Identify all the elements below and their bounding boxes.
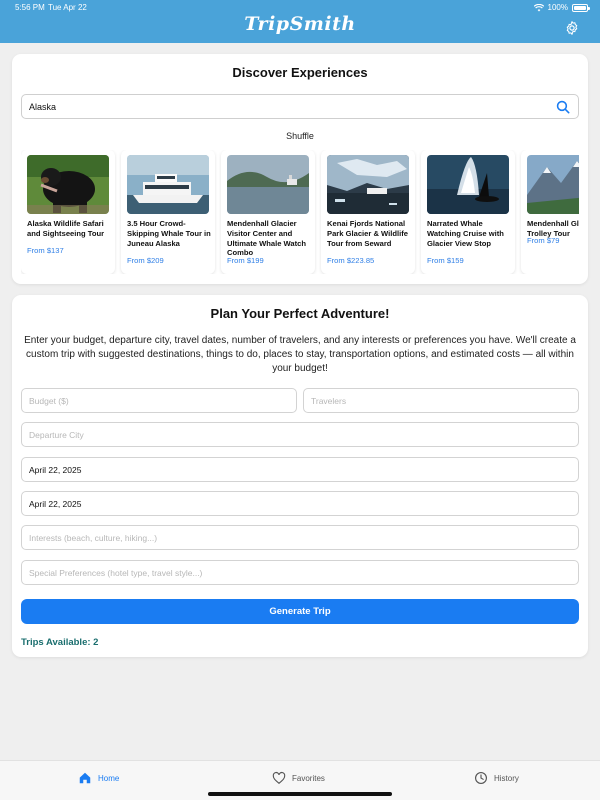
budget-field[interactable] (21, 388, 297, 413)
status-time: 5:56 PM (15, 3, 45, 12)
battery-icon (572, 3, 590, 12)
experience-card[interactable]: Alaska Wildlife Safari and Sightseeing T… (21, 150, 115, 274)
tab-home-label: Home (98, 773, 120, 783)
departure-city-field[interactable] (21, 422, 579, 447)
preferences-field[interactable] (21, 560, 579, 585)
experience-price: From $159 (427, 256, 464, 265)
app-header: 5:56 PM Tue Apr 22 100% TripSmith (0, 0, 600, 43)
mountain-image (527, 155, 579, 214)
tab-home[interactable]: Home (78, 771, 119, 785)
experience-carousel[interactable]: Alaska Wildlife Safari and Sightseeing T… (21, 150, 579, 274)
tab-history[interactable]: History (474, 771, 519, 785)
experience-title: Kenai Fjords National Park Glacier & Wil… (327, 219, 408, 248)
gear-icon[interactable] (564, 20, 580, 36)
start-date-field[interactable] (21, 457, 579, 482)
experience-card[interactable]: Mendenhall Glacier Visitor Center and Ul… (221, 150, 315, 274)
generate-trip-button[interactable]: Generate Trip (21, 599, 579, 624)
experience-image-boat (127, 155, 209, 214)
status-right: 100% (533, 3, 590, 12)
end-date-field[interactable] (21, 491, 579, 516)
tab-favorites[interactable]: Favorites (272, 771, 325, 785)
experience-image-mountain (527, 155, 579, 214)
experience-card[interactable]: Kenai Fjords National Park Glacier & Wil… (321, 150, 415, 274)
travelers-field[interactable] (303, 388, 579, 413)
search-field[interactable] (21, 94, 579, 119)
search-input[interactable] (29, 95, 549, 118)
experience-title: Mendenhall Glacier Visitor Center and Ul… (227, 219, 307, 258)
experience-card[interactable]: Mendenhall Glacier Trolley Tour From $79 (521, 150, 579, 274)
boat-image (127, 155, 209, 214)
experience-image-shore (227, 155, 309, 214)
app-title: TripSmith (244, 13, 356, 35)
experience-image-glacier (327, 155, 409, 214)
clock-icon (475, 772, 487, 784)
experience-price: From $223.85 (327, 256, 375, 265)
experience-title: Narrated Whale Watching Cruise with Glac… (427, 219, 504, 248)
experience-price: From $199 (227, 256, 264, 265)
interests-field[interactable] (21, 525, 579, 550)
budget-input[interactable] (29, 389, 289, 412)
planner-card: Plan Your Perfect Adventure! Enter your … (12, 295, 588, 657)
experience-title: Alaska Wildlife Safari and Sightseeing T… (27, 219, 105, 238)
wifi-icon (533, 3, 544, 11)
experience-image-bear (27, 155, 109, 214)
bear-image (27, 155, 109, 214)
experience-price: From $209 (127, 256, 164, 265)
experience-price: From $79 (527, 236, 560, 245)
tab-favorites-label: Favorites (292, 773, 325, 783)
end-date-input[interactable] (29, 492, 571, 515)
experience-price: From $137 (27, 246, 64, 255)
start-date-input[interactable] (29, 458, 571, 481)
travelers-input[interactable] (311, 389, 571, 412)
discover-card: Discover Experiences Shuffle (12, 54, 588, 284)
discover-title: Discover Experiences (232, 65, 368, 80)
home-icon (79, 772, 91, 784)
search-icon[interactable] (556, 100, 570, 114)
departure-city-input[interactable] (29, 423, 571, 446)
glacier-image (327, 155, 409, 214)
tab-history-label: History (494, 773, 519, 783)
shore-image (227, 155, 309, 214)
planner-title: Plan Your Perfect Adventure! (210, 306, 390, 321)
experience-title: 3.5 Hour Crowd-Skipping Whale Tour in Ju… (127, 219, 211, 248)
preferences-input[interactable] (29, 561, 571, 584)
planner-description: Enter your budget, departure city, trave… (24, 335, 576, 374)
trips-available: Trips Available: 2 (21, 637, 99, 648)
battery-percent: 100% (547, 3, 568, 12)
experience-card[interactable]: Narrated Whale Watching Cruise with Glac… (421, 150, 515, 274)
home-indicator (208, 792, 392, 796)
experience-card[interactable]: 3.5 Hour Crowd-Skipping Whale Tour in Ju… (121, 150, 215, 274)
interests-input[interactable] (29, 526, 571, 549)
experience-image-orca (427, 155, 509, 214)
orca-image (427, 155, 509, 214)
heart-icon (272, 771, 286, 784)
status-date: Tue Apr 22 (48, 3, 87, 12)
shuffle-button[interactable]: Shuffle (12, 131, 588, 141)
